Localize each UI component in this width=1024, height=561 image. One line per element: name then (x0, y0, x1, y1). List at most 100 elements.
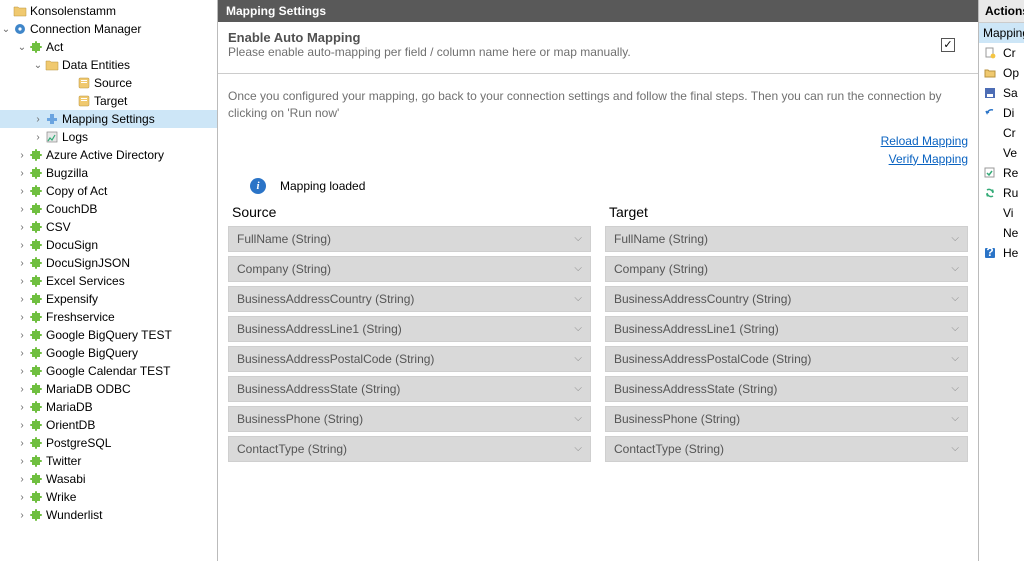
expand-icon[interactable]: › (16, 312, 28, 323)
action-ve[interactable]: Ve (979, 143, 1024, 163)
mapping-status-text: Mapping loaded (280, 179, 365, 193)
action-di[interactable]: Di (979, 103, 1024, 123)
expand-icon[interactable]: › (16, 330, 28, 341)
tree-target[interactable]: Target (0, 92, 217, 110)
panel-title: Mapping Settings (218, 0, 978, 22)
action-re[interactable]: Re (979, 163, 1024, 183)
expand-icon[interactable]: › (32, 114, 44, 125)
actions-selected[interactable]: Mapping (979, 23, 1024, 43)
tree-conn-16[interactable]: ›OrientDB (0, 416, 217, 434)
tree-data-entities[interactable]: ⌄Data Entities (0, 56, 217, 74)
action-cr[interactable]: Cr (979, 43, 1024, 63)
verify-mapping-link[interactable]: Verify Mapping (228, 150, 968, 168)
expand-icon[interactable]: › (16, 366, 28, 377)
action-vi[interactable]: Vi (979, 203, 1024, 223)
action-ru[interactable]: Ru (979, 183, 1024, 203)
expand-icon[interactable]: › (16, 258, 28, 269)
tree-conn-12-icon (28, 345, 44, 361)
expand-icon[interactable]: › (16, 294, 28, 305)
tree-conn-2[interactable]: ›Bugzilla (0, 164, 217, 182)
target-field-0[interactable]: FullName (String) (605, 226, 968, 252)
tree-conn-17[interactable]: ›PostgreSQL (0, 434, 217, 452)
expand-icon[interactable]: › (16, 420, 28, 431)
expand-icon[interactable]: ⌄ (32, 60, 44, 71)
tree-conn-4[interactable]: ›CouchDB (0, 200, 217, 218)
expand-icon[interactable]: › (16, 240, 28, 251)
source-field-2[interactable]: BusinessAddressCountry (String) (228, 286, 591, 312)
tree-conn-13[interactable]: ›Google Calendar TEST (0, 362, 217, 380)
tree-conn-11[interactable]: ›Google BigQuery TEST (0, 326, 217, 344)
target-field-7[interactable]: ContactType (String) (605, 436, 968, 462)
mapping-settings-panel: Mapping Settings Enable Auto Mapping Ple… (217, 0, 978, 561)
source-field-7[interactable]: ContactType (String) (228, 436, 591, 462)
tree-conn-7[interactable]: › DocuSignJSON (0, 254, 217, 272)
expand-icon[interactable]: › (16, 492, 28, 503)
tree-conn-5[interactable]: ›CSV (0, 218, 217, 236)
tree-conn-20[interactable]: ›Wrike (0, 488, 217, 506)
tree-conn-14[interactable]: ›MariaDB ODBC (0, 380, 217, 398)
expand-icon[interactable]: › (16, 168, 28, 179)
action-sa[interactable]: Sa (979, 83, 1024, 103)
expand-icon[interactable]: › (16, 186, 28, 197)
expand-icon[interactable]: › (16, 276, 28, 287)
target-field-3[interactable]: BusinessAddressLine1 (String) (605, 316, 968, 342)
target-field-1[interactable]: Company (String) (605, 256, 968, 282)
expand-icon[interactable]: ⌄ (0, 24, 12, 35)
tree-label: Excel Services (46, 274, 125, 288)
source-field-4[interactable]: BusinessAddressPostalCode (String) (228, 346, 591, 372)
source-field-3[interactable]: BusinessAddressLine1 (String) (228, 316, 591, 342)
expand-icon[interactable]: › (16, 222, 28, 233)
tree-conn-9[interactable]: › Expensify (0, 290, 217, 308)
action-label: Cr (1003, 126, 1016, 140)
action-op[interactable]: Op (979, 63, 1024, 83)
expand-icon[interactable]: › (16, 150, 28, 161)
source-field-6[interactable]: BusinessPhone (String) (228, 406, 591, 432)
tree-label: Expensify (46, 292, 98, 306)
tree-conn-19-icon (28, 471, 44, 487)
target-field-4[interactable]: BusinessAddressPostalCode (String) (605, 346, 968, 372)
tree-conn-15[interactable]: ›MariaDB (0, 398, 217, 416)
source-field-0[interactable]: FullName (String) (228, 226, 591, 252)
action-cr[interactable]: Cr (979, 123, 1024, 143)
action-he[interactable]: ?He (979, 243, 1024, 263)
tree-conn-8[interactable]: › Excel Services (0, 272, 217, 290)
tree-conn-3[interactable]: ›Copy of Act (0, 182, 217, 200)
source-field-1[interactable]: Company (String) (228, 256, 591, 282)
tree-mapping-settings[interactable]: ›Mapping Settings (0, 110, 217, 128)
expand-icon[interactable]: › (16, 402, 28, 413)
tree-conn-21[interactable]: ›Wunderlist (0, 506, 217, 524)
source-field-5[interactable]: BusinessAddressState (String) (228, 376, 591, 402)
target-field-2[interactable]: BusinessAddressCountry (String) (605, 286, 968, 312)
target-field-6[interactable]: BusinessPhone (String) (605, 406, 968, 432)
expand-icon[interactable]: › (16, 204, 28, 215)
action-icon (983, 126, 997, 140)
expand-icon[interactable]: › (16, 510, 28, 521)
enable-auto-mapping-checkbox[interactable]: ✓ (941, 38, 955, 52)
tree-conn-1-icon (28, 147, 44, 163)
reload-mapping-link[interactable]: Reload Mapping (228, 132, 968, 150)
tree-conn-17-icon (28, 435, 44, 451)
tree-conn-10[interactable]: ›Freshservice (0, 308, 217, 326)
tree-conn-4-icon (28, 201, 44, 217)
tree-conn-18[interactable]: ›Twitter (0, 452, 217, 470)
tree-root[interactable]: Konsolenstamm (0, 2, 217, 20)
action-ne[interactable]: Ne (979, 223, 1024, 243)
tree-conn-19[interactable]: ›Wasabi (0, 470, 217, 488)
expand-icon[interactable]: › (16, 384, 28, 395)
expand-icon[interactable]: › (16, 438, 28, 449)
expand-icon[interactable]: ⌄ (16, 42, 28, 53)
tree-conn-12[interactable]: ›Google BigQuery (0, 344, 217, 362)
expand-icon[interactable]: › (16, 474, 28, 485)
tree-conn-6[interactable]: ›DocuSign (0, 236, 217, 254)
target-field-5[interactable]: BusinessAddressState (String) (605, 376, 968, 402)
expand-icon[interactable]: › (16, 456, 28, 467)
tree-connection-manager[interactable]: ⌄Connection Manager (0, 20, 217, 38)
expand-icon[interactable]: › (32, 132, 44, 143)
expand-icon[interactable]: › (16, 348, 28, 359)
tree-label: DocuSignJSON (46, 256, 130, 270)
tree-act[interactable]: ⌄Act (0, 38, 217, 56)
tree-source[interactable]: Source (0, 74, 217, 92)
tree-root-icon (12, 3, 28, 19)
tree-conn-1[interactable]: ›Azure Active Directory (0, 146, 217, 164)
tree-logs[interactable]: ›Logs (0, 128, 217, 146)
